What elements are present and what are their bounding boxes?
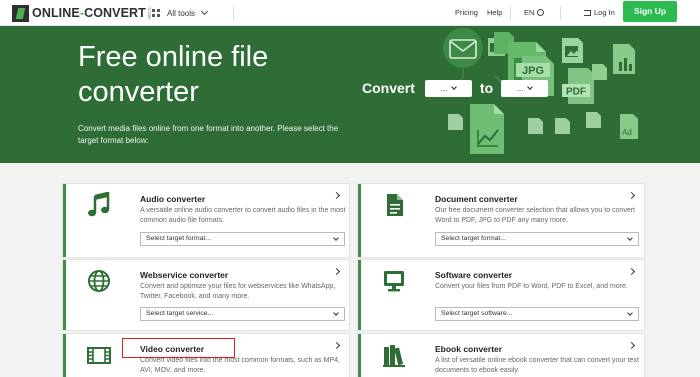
email-file-icon bbox=[443, 28, 483, 68]
svg-text:JPG: JPG bbox=[522, 65, 544, 77]
login-link[interactable]: Log In bbox=[584, 0, 615, 26]
pdf-file-icon: PDF bbox=[562, 68, 594, 104]
divider bbox=[150, 6, 151, 20]
chevron-down-icon bbox=[527, 83, 534, 90]
all-tools-dropdown[interactable]: All tools bbox=[152, 0, 209, 26]
card-document-converter[interactable]: Document converter Our free document con… bbox=[358, 184, 644, 257]
monitor-icon bbox=[384, 271, 404, 292]
from-format-select[interactable]: ... bbox=[424, 79, 472, 97]
hero-description: Convert media files online from one form… bbox=[78, 124, 339, 145]
to-format-value: ... bbox=[516, 83, 524, 93]
card-audio-converter[interactable]: Audio converter A versatile online audio… bbox=[63, 184, 349, 257]
chevron-right-icon[interactable] bbox=[627, 267, 636, 276]
chevron-right-icon[interactable] bbox=[627, 341, 636, 350]
language-selector[interactable]: EN bbox=[524, 0, 545, 26]
chevron-down-icon bbox=[627, 235, 633, 241]
help-link[interactable]: Help bbox=[487, 0, 502, 26]
logo-text: ONLINE-CONVERT bbox=[32, 6, 146, 20]
card-title: Ebook converter bbox=[435, 344, 503, 354]
chart-file-icon bbox=[613, 44, 635, 74]
image-file-icon bbox=[562, 38, 583, 63]
chevron-right-icon[interactable] bbox=[627, 191, 636, 200]
site-logo[interactable]: ONLINE-CONVERT .COM bbox=[12, 4, 152, 22]
card-title: Audio converter bbox=[140, 194, 206, 204]
signup-button[interactable]: Sign Up bbox=[623, 1, 677, 22]
software-target-select[interactable]: Select target software... bbox=[435, 307, 639, 321]
login-label: Log In bbox=[594, 8, 615, 17]
all-tools-label: All tools bbox=[167, 8, 196, 18]
card-software-converter[interactable]: Software converter Convert your files fr… bbox=[358, 260, 644, 330]
highlight-box bbox=[122, 338, 235, 358]
graph-file-icon bbox=[470, 104, 504, 154]
card-title: Software converter bbox=[435, 270, 512, 280]
card-ebook-converter[interactable]: Ebook converter A list of versatile onli… bbox=[358, 334, 644, 377]
card-webservice-converter[interactable]: Webservice converter Convert and optimiz… bbox=[63, 260, 349, 330]
from-format-value: ... bbox=[440, 83, 448, 93]
divider bbox=[510, 6, 511, 20]
books-icon bbox=[383, 345, 405, 367]
ad-file-icon: Ad bbox=[620, 114, 638, 139]
card-title: Document converter bbox=[435, 194, 518, 204]
chevron-right-icon[interactable] bbox=[332, 191, 341, 200]
select-placeholder: Select target format... bbox=[441, 235, 506, 242]
to-label: to bbox=[479, 80, 494, 96]
chevron-right-icon[interactable] bbox=[332, 267, 341, 276]
webservice-target-select[interactable]: Select target service... bbox=[140, 307, 345, 321]
globe-icon bbox=[88, 270, 110, 292]
convert-row: Convert ... to ... bbox=[362, 77, 549, 99]
card-description: A list of versatile online ebook convert… bbox=[435, 357, 639, 374]
grid-icon bbox=[152, 8, 161, 18]
music-note-icon bbox=[88, 192, 110, 217]
to-format-select[interactable]: ... bbox=[501, 79, 549, 97]
language-label: EN bbox=[524, 8, 535, 17]
chevron-down-icon bbox=[333, 235, 339, 241]
document-target-select[interactable]: Select target format... bbox=[435, 232, 639, 246]
audio-target-select[interactable]: Select target format... bbox=[140, 232, 345, 246]
card-description: Convert and optimize your files for webs… bbox=[140, 283, 336, 300]
select-placeholder: Select target software... bbox=[441, 310, 513, 317]
divider bbox=[560, 6, 561, 20]
top-navbar: ONLINE-CONVERT .COM All tools Pricing He… bbox=[0, 0, 700, 26]
card-description: Convert video files into the most common… bbox=[140, 357, 340, 374]
svg-text:PDF: PDF bbox=[566, 87, 586, 98]
convert-label: Convert bbox=[362, 80, 415, 96]
chevron-down-icon bbox=[627, 310, 633, 316]
card-description: Our free document converter selection th… bbox=[435, 207, 635, 224]
hero-banner: Free online file converter Convert media… bbox=[0, 26, 700, 163]
svg-text:Ad: Ad bbox=[622, 128, 632, 137]
divider bbox=[233, 6, 234, 20]
film-icon bbox=[87, 347, 111, 364]
small-file-icon bbox=[592, 64, 607, 80]
document-icon bbox=[387, 194, 403, 216]
chevron-down-icon bbox=[333, 310, 339, 316]
pricing-link[interactable]: Pricing bbox=[455, 0, 478, 26]
select-placeholder: Select target format... bbox=[146, 235, 211, 242]
card-description: Convert your files from PDF to Word, PDF… bbox=[435, 283, 628, 290]
globe-icon bbox=[537, 9, 545, 16]
login-icon bbox=[584, 9, 591, 16]
select-placeholder: Select target service... bbox=[146, 310, 214, 317]
card-title: Webservice converter bbox=[140, 270, 229, 280]
chevron-down-icon bbox=[200, 7, 209, 16]
chevron-down-icon bbox=[451, 83, 458, 90]
hero-title: Free online file converter bbox=[78, 41, 269, 108]
logo-mark-icon bbox=[12, 4, 29, 22]
chevron-right-icon[interactable] bbox=[332, 341, 341, 350]
card-description: A versatile online audio converter to co… bbox=[140, 207, 346, 224]
